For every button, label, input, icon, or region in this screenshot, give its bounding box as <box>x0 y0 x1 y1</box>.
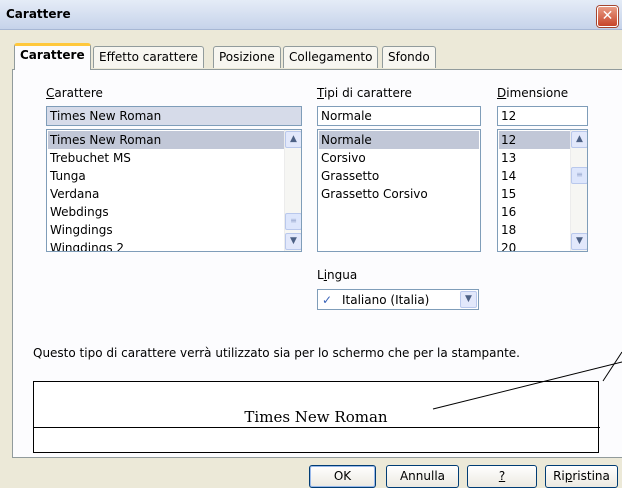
style-list[interactable]: Normale Corsivo Grassetto Grassetto Cors… <box>317 129 481 252</box>
tab-label: Effetto carattere <box>99 50 198 64</box>
font-list-scrollbar[interactable]: ▲ ≡ ▼ <box>284 130 301 251</box>
tab-label: Carattere <box>20 48 85 62</box>
close-button[interactable]: ✕ <box>597 6 618 27</box>
tab-collegamento[interactable]: Collegamento <box>283 46 379 68</box>
list-item[interactable]: Trebuchet MS <box>48 149 131 167</box>
list-item[interactable]: Corsivo <box>319 149 366 167</box>
font-list[interactable]: Times New Roman Trebuchet MS Tunga Verda… <box>46 129 302 252</box>
style-label: Tipi di carattere <box>317 86 412 100</box>
preview-sample-text: Times New Roman <box>244 408 388 426</box>
cancel-button[interactable]: Annulla <box>386 465 459 488</box>
language-value: Italiano (Italia) <box>342 293 430 307</box>
size-list[interactable]: 12 13 14 15 16 18 20 ▲ ≡ ▼ <box>497 129 588 252</box>
list-item[interactable]: Grassetto <box>319 167 379 185</box>
close-icon: ✕ <box>601 8 614 24</box>
grip-icon: ≡ <box>290 216 297 225</box>
size-input[interactable]: 12 <box>497 106 588 126</box>
font-name-input[interactable]: Times New Roman <box>46 106 302 126</box>
list-item[interactable]: Wingdings 2 <box>48 239 124 251</box>
size-label: Dimensione <box>497 86 569 100</box>
chevron-down-icon: ▼ <box>576 236 583 246</box>
list-item[interactable]: 14 <box>499 167 516 185</box>
language-label: Lingua <box>317 268 358 282</box>
list-item[interactable]: 12 <box>499 131 570 149</box>
title-bar: Carattere ✕ <box>0 0 622 30</box>
tab-effetto-carattere[interactable]: Effetto carattere <box>93 46 204 68</box>
list-item[interactable]: Wingdings <box>48 221 113 239</box>
tab-label: Collegamento <box>289 50 373 64</box>
list-item[interactable]: Webdings <box>48 203 109 221</box>
tab-label: Posizione <box>219 50 275 64</box>
list-item[interactable]: Tunga <box>48 167 86 185</box>
scroll-thumb[interactable]: ≡ <box>571 167 587 184</box>
dropdown-button[interactable]: ▼ <box>460 291 477 308</box>
tab-sfondo[interactable]: Sfondo <box>382 46 436 68</box>
chevron-up-icon: ▲ <box>290 134 297 144</box>
scroll-thumb[interactable]: ≡ <box>285 213 301 230</box>
list-item[interactable]: Times New Roman <box>48 131 284 149</box>
list-item[interactable]: Normale <box>319 131 479 149</box>
window-title: Carattere <box>6 7 71 21</box>
list-item[interactable]: 16 <box>499 203 516 221</box>
list-item[interactable]: Verdana <box>48 185 99 203</box>
reset-button[interactable]: Ripristina <box>545 465 618 488</box>
spellcheck-icon: ✓ <box>322 293 333 307</box>
scroll-down-button[interactable]: ▼ <box>571 233 587 250</box>
list-item[interactable]: Grassetto Corsivo <box>319 185 428 203</box>
scroll-up-button[interactable]: ▲ <box>571 131 587 148</box>
preview-rule-right <box>400 427 600 428</box>
ok-button[interactable]: OK <box>309 465 376 488</box>
scroll-down-button[interactable]: ▼ <box>285 233 301 250</box>
style-input[interactable]: Normale <box>317 106 481 126</box>
scroll-up-button[interactable]: ▲ <box>285 131 301 148</box>
size-list-scrollbar[interactable]: ▲ ≡ ▼ <box>570 130 587 251</box>
tab-label: Sfondo <box>388 50 430 64</box>
font-label: Carattere <box>46 86 103 100</box>
help-button[interactable]: ? <box>467 465 537 488</box>
tab-carattere[interactable]: Carattere <box>14 43 91 70</box>
tab-posizione[interactable]: Posizione <box>213 46 281 68</box>
chevron-down-icon: ▼ <box>290 236 297 246</box>
font-info-text: Questo tipo di carattere verrà utilizzat… <box>33 346 520 360</box>
list-item[interactable]: 18 <box>499 221 516 239</box>
list-item[interactable]: 13 <box>499 149 516 167</box>
preview-rule-left <box>34 427 232 428</box>
chevron-up-icon: ▲ <box>576 134 583 144</box>
font-preview: Times New Roman <box>33 381 600 453</box>
chevron-down-icon: ▼ <box>465 294 472 304</box>
language-select[interactable]: ✓ Italiano (Italia) ▼ <box>317 289 479 310</box>
list-item[interactable]: 15 <box>499 185 516 203</box>
grip-icon: ≡ <box>576 170 583 179</box>
list-item[interactable]: 20 <box>499 239 516 251</box>
